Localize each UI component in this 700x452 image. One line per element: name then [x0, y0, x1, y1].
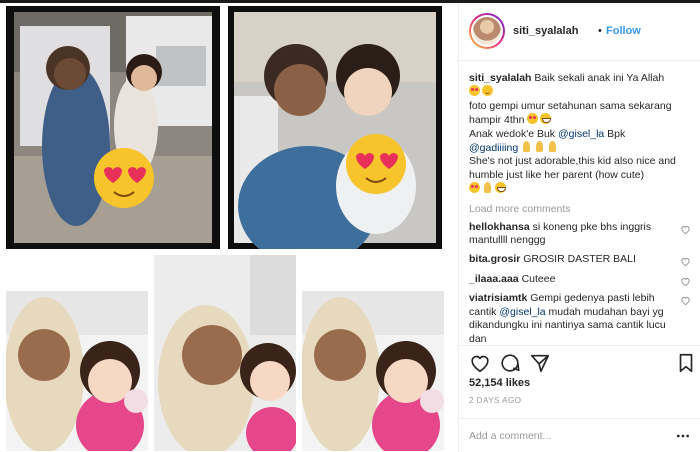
likes-count[interactable]: 52,154 likes [469, 377, 530, 389]
heart-eyes-emoji-sticker [346, 134, 406, 194]
comment-text: GROSIR DASTER BALI [523, 253, 636, 266]
more-options-icon[interactable] [675, 428, 691, 444]
add-comment-input[interactable] [469, 427, 669, 445]
bookmark-icon[interactable] [675, 352, 697, 374]
comment-bubble-icon[interactable] [499, 352, 521, 374]
heart-eyes-emoji-icon [527, 113, 539, 125]
caption-mention-gisel[interactable]: @gisel_la [558, 128, 604, 140]
caption-mention-gadiiiing[interactable]: @gadiiiing [469, 142, 518, 154]
avatar-image [473, 17, 501, 45]
photo-woman-holding-toddler-outdoor [6, 6, 220, 249]
caption-line-3b: Bpk [607, 127, 626, 140]
photo-woman-holding-baby [228, 6, 442, 249]
comment-text: Cuteee [521, 272, 556, 285]
comment-username[interactable]: hellokhansa [469, 221, 530, 233]
caption-line-2: foto gempi umur setahunan sama sekarang … [469, 99, 672, 127]
grin-emoji-icon [540, 113, 552, 125]
photo-selfie-grandma-girl-3 [302, 255, 444, 451]
post-side-panel: siti_syalalah • Follow siti_syalalah Bai… [458, 3, 700, 452]
smile-emoji-icon [482, 85, 493, 97]
load-more-comments-button[interactable]: Load more comments [469, 203, 691, 215]
heart-icon[interactable] [469, 352, 491, 374]
post-header: siti_syalalah • Follow [459, 3, 700, 61]
comments-list[interactable]: siti_syalalah Baik sekali anak ini Ya Al… [459, 62, 700, 345]
pray-emoji-icon [482, 182, 493, 194]
header-separator: • [598, 25, 602, 37]
heart-eyes-emoji-icon [469, 85, 480, 97]
comment-username[interactable]: bita.grosir [469, 253, 520, 265]
comment-username[interactable]: viatrisiamtk [469, 292, 527, 304]
comment-item: _ilaaa.aaa Cuteee [469, 272, 691, 287]
caption-line-3a: Anak wedok'e Buk [469, 127, 556, 140]
comment-like-heart-icon[interactable] [680, 256, 691, 267]
follow-button[interactable]: Follow [606, 25, 641, 37]
comment-username[interactable]: _ilaaa.aaa [469, 273, 519, 285]
share-icon[interactable] [529, 352, 551, 374]
add-comment-bar [459, 418, 700, 452]
heart-eyes-emoji-sticker [94, 148, 154, 208]
comment-item: viatrisiamtk Gempi gedenya pasti lebih c… [469, 292, 691, 345]
caption-username[interactable]: siti_syalalah [469, 72, 531, 84]
comment-like-heart-icon[interactable] [680, 224, 691, 235]
comment-like-heart-icon[interactable] [680, 295, 691, 306]
post-image-collage[interactable] [0, 3, 456, 452]
avatar[interactable] [469, 13, 505, 49]
comment-like-heart-icon[interactable] [680, 276, 691, 287]
post-caption: siti_syalalah Baik sekali anak ini Ya Al… [469, 72, 677, 197]
heart-eyes-emoji-icon [469, 182, 480, 194]
photo-selfie-grandma-girl-1 [6, 255, 148, 451]
caption-line-1: Baik sekali anak ini Ya Allah [534, 72, 665, 84]
pray-emoji-icon [521, 141, 532, 153]
comment-mention[interactable]: @gisel_la [499, 306, 545, 318]
grin-emoji-icon [495, 182, 506, 194]
post-timestamp[interactable]: 2 DAYS AGO [469, 396, 521, 405]
caption-line-4: She's not just adorable,this kid also ni… [469, 155, 676, 181]
comment-item: bita.grosir GROSIR DASTER BALI [469, 253, 691, 267]
post-actions-bar [459, 345, 700, 375]
header-username[interactable]: siti_syalalah [513, 25, 578, 37]
photo-selfie-grandma-girl-2 [154, 255, 296, 451]
pray-emoji-icon [534, 141, 545, 153]
pray-emoji-icon [547, 141, 558, 153]
comment-item: hellokhansa si koneng pke bhs inggris ma… [469, 221, 691, 248]
